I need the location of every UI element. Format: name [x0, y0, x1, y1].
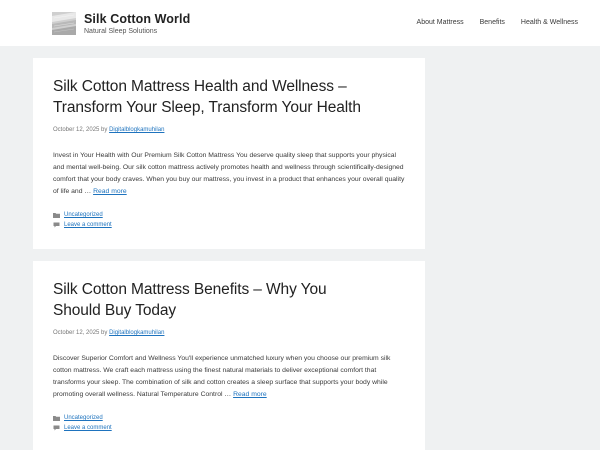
post-comment-row: Leave a comment [53, 423, 405, 433]
post-excerpt: Discover Superior Comfort and Wellness Y… [53, 353, 405, 401]
post-by: by [101, 127, 108, 133]
post-category-row: Uncategorized [53, 210, 405, 220]
post-title-line[interactable]: Should Buy Today [53, 302, 176, 319]
post-title-line[interactable]: Silk Cotton Mattress Benefits – Why You [53, 281, 327, 298]
post-meta: October 12, 2025 by Digitalblogkamuhilan [53, 126, 405, 134]
post-comment-row: Leave a comment [53, 220, 405, 230]
post-title-line[interactable]: Silk Cotton Mattress Health and Wellness… [53, 78, 347, 95]
folder-icon [53, 416, 60, 421]
leave-comment-link[interactable]: Leave a comment [64, 220, 112, 230]
post-meta: October 12, 2025 by Digitalblogkamuhilan [53, 329, 405, 337]
post-footer: Uncategorized Leave a comment [53, 413, 405, 433]
post-author-link[interactable]: Digitalblogkamuhilan [109, 127, 164, 133]
nav-item-about-mattress[interactable]: About Mattress [409, 19, 472, 26]
post-title-line[interactable]: Transform Your Sleep, Transform Your Hea… [53, 99, 361, 116]
leave-comment-link[interactable]: Leave a comment [64, 423, 112, 433]
comment-icon [53, 425, 60, 431]
post-by: by [101, 330, 108, 336]
post-date[interactable]: October 12, 2025 [53, 330, 99, 336]
post-category-link[interactable]: Uncategorized [64, 413, 103, 423]
post-date[interactable]: October 12, 2025 [53, 127, 99, 133]
site-tagline: Natural Sleep Solutions [84, 28, 158, 35]
post-title[interactable]: Silk Cotton Mattress Benefits – Why You … [53, 261, 405, 321]
post-card: Silk Cotton Mattress Health and Wellness… [33, 58, 425, 249]
comment-icon [53, 222, 60, 228]
main-navigation: About Mattress Benefits Health & Wellnes… [409, 19, 578, 26]
post-title[interactable]: Silk Cotton Mattress Health and Wellness… [53, 58, 405, 118]
post-excerpt-text: Discover Superior Comfort and Wellness Y… [53, 355, 391, 398]
post-category-row: Uncategorized [53, 413, 405, 423]
site-title[interactable]: Silk Cotton World [84, 12, 190, 26]
read-more-link[interactable]: Read more [93, 188, 127, 195]
site-header: Silk Cotton World Natural Sleep Solution… [0, 0, 600, 46]
post-excerpt: Invest in Your Health with Our Premium S… [53, 150, 405, 198]
nav-item-health-wellness[interactable]: Health & Wellness [513, 19, 578, 26]
nav-item-benefits[interactable]: Benefits [472, 19, 513, 26]
folder-icon [53, 213, 60, 218]
sidebar [437, 58, 600, 450]
post-category-link[interactable]: Uncategorized [64, 210, 103, 220]
site-logo[interactable] [52, 12, 76, 35]
post-author-link[interactable]: Digitalblogkamuhilan [109, 330, 164, 336]
post-card: Silk Cotton Mattress Benefits – Why You … [33, 261, 425, 450]
read-more-link[interactable]: Read more [233, 391, 267, 398]
post-footer: Uncategorized Leave a comment [53, 210, 405, 230]
